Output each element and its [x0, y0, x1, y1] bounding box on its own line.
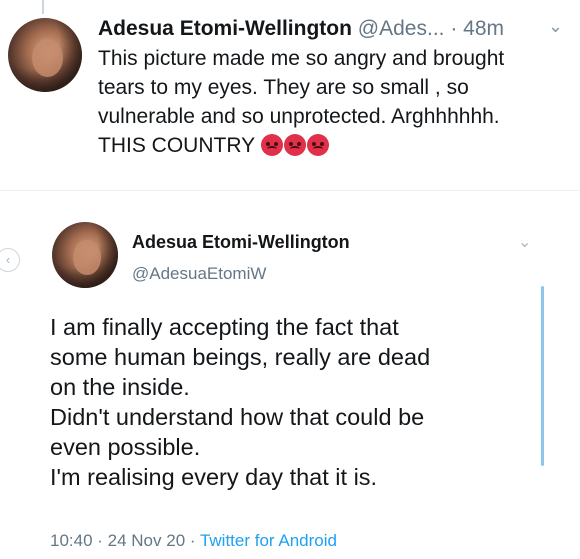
- chevron-down-icon[interactable]: ⌄: [548, 16, 563, 37]
- tweet-meta: 10:40 · 24 Nov 20 · Twitter for Android: [50, 531, 337, 551]
- avatar-face: [73, 240, 101, 275]
- tweet-timestamp[interactable]: 10:40 · 24 Nov 20 ·: [50, 531, 200, 550]
- tweet-text: This picture made me so angry and brough…: [98, 44, 568, 160]
- tweet-line: THIS COUNTRY: [98, 134, 255, 157]
- tweet-line: I'm realising every day that it is.: [50, 464, 378, 490]
- angry-face-icon: [306, 134, 329, 156]
- author-name[interactable]: Adesua Etomi-Wellington: [98, 17, 352, 40]
- thread-connector-line: [42, 0, 44, 14]
- tweet-source-link[interactable]: Twitter for Android: [200, 531, 337, 550]
- tweet-time[interactable]: · 48m: [450, 17, 504, 40]
- author-handle[interactable]: @AdesuaEtomiW: [132, 264, 266, 284]
- angry-face-icon: [283, 134, 306, 156]
- tweet-header: Adesua Etomi-Wellington @Ades... · 48m: [98, 14, 568, 44]
- back-arrow-icon[interactable]: ‹: [0, 248, 20, 272]
- angry-face-icon: [260, 134, 283, 156]
- tweet-text: I am finally accepting the fact that som…: [50, 312, 520, 492]
- author-name[interactable]: Adesua Etomi-Wellington: [132, 232, 350, 253]
- tweet-line: vulnerable and so unprotected. Arghhhhhh…: [98, 105, 500, 128]
- tweet-line: even possible.: [50, 434, 201, 460]
- tweet-line: This picture made me so angry and brough…: [98, 47, 505, 70]
- divider: [0, 190, 580, 191]
- author-handle[interactable]: @Ades...: [358, 17, 445, 40]
- tweet-line: on the inside.: [50, 374, 190, 400]
- avatar[interactable]: [52, 222, 118, 288]
- avatar-face: [31, 38, 63, 78]
- scrollbar[interactable]: [541, 286, 544, 466]
- avatar[interactable]: [8, 18, 82, 92]
- chevron-down-icon[interactable]: ⌄: [518, 232, 531, 252]
- tweet-line: I am finally accepting the fact that: [50, 314, 399, 340]
- tweet-line-last: THIS COUNTRY: [98, 131, 568, 160]
- tweet-line: some human beings, really are dead: [50, 344, 431, 370]
- tweet-line: Didn't understand how that could be: [50, 404, 425, 430]
- tweet-line: tears to my eyes. They are so small , so: [98, 76, 469, 99]
